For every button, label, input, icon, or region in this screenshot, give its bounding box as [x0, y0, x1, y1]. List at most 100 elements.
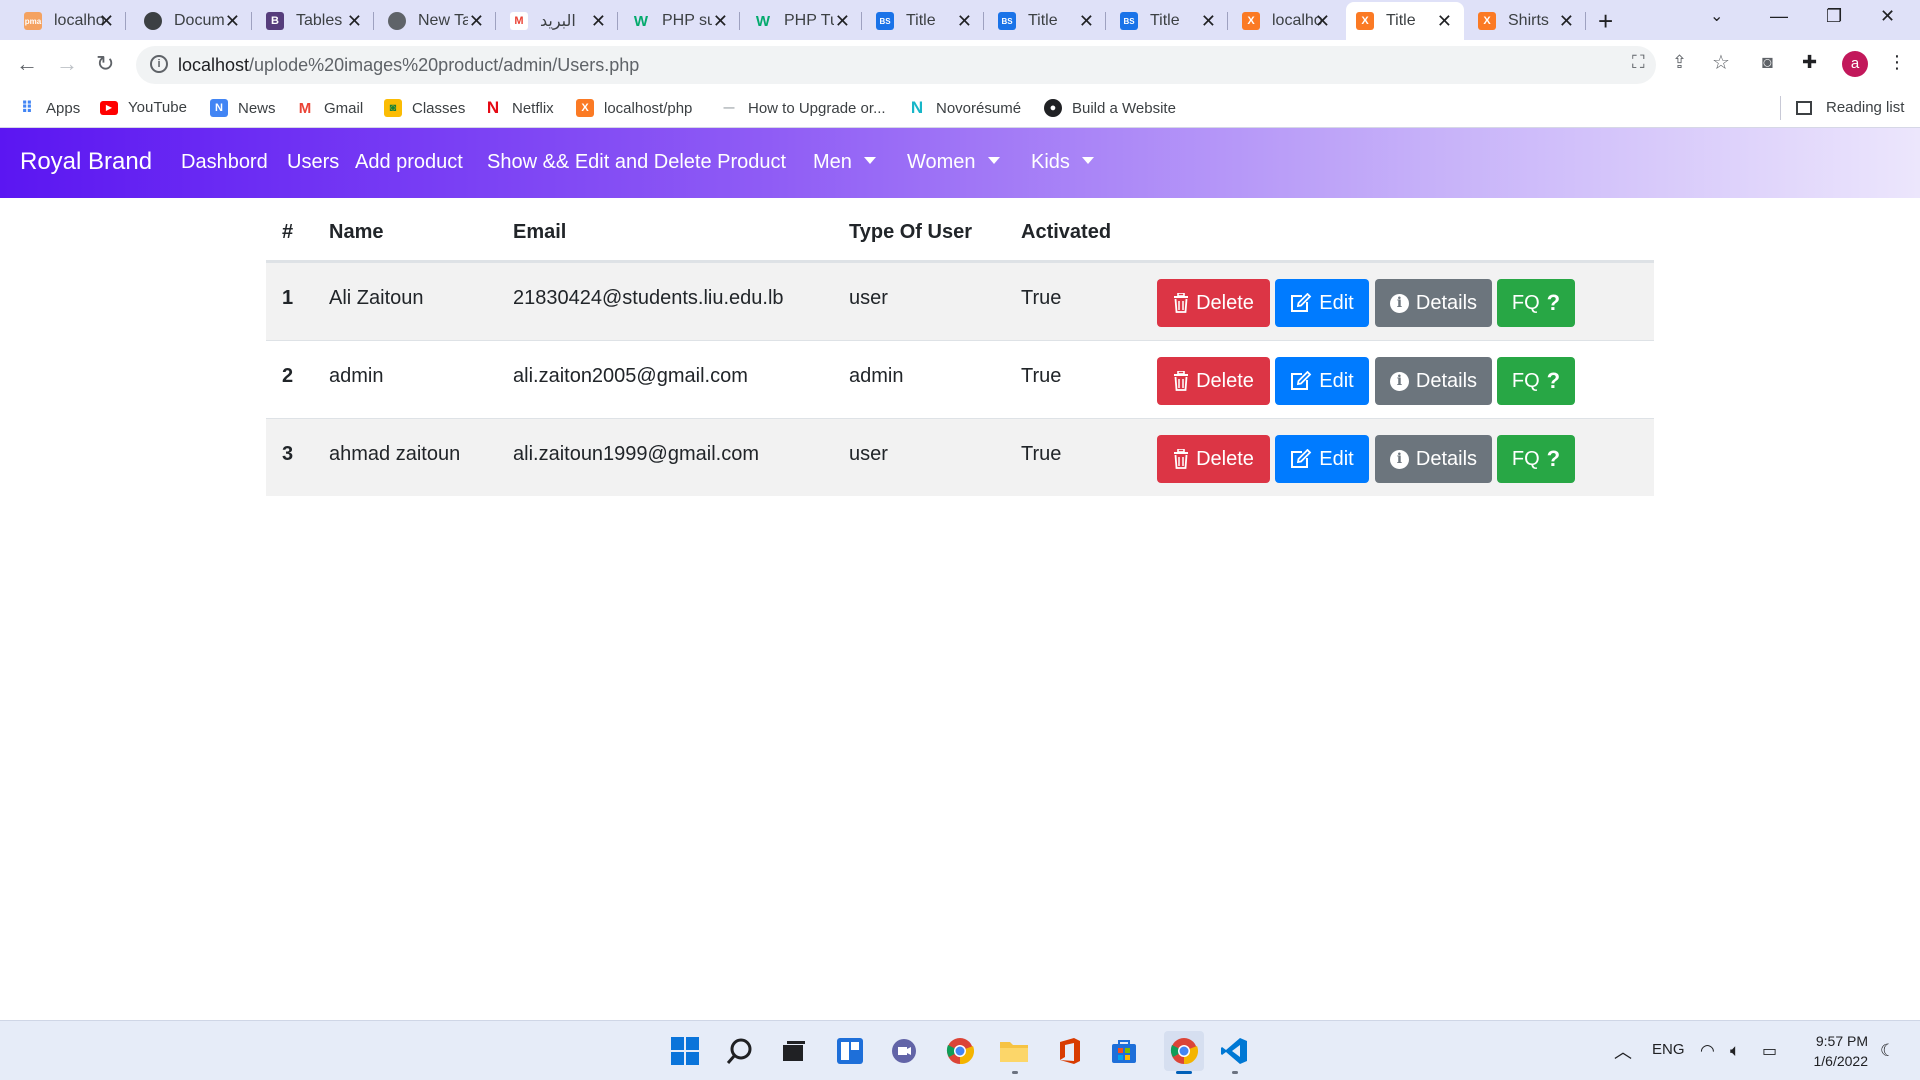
language-indicator[interactable]: ENG: [1652, 1041, 1685, 1058]
details-button[interactable]: i Details: [1375, 435, 1492, 483]
teams-chat-icon[interactable]: [888, 1035, 920, 1067]
browser-tab[interactable]: M البريد ✕: [500, 6, 618, 36]
browser-tab-active[interactable]: X Title ✕: [1346, 2, 1464, 40]
nav-link-show-edit-delete-product[interactable]: Show && Edit and Delete Product: [487, 151, 786, 174]
site-info-icon[interactable]: i: [150, 55, 168, 73]
browser-tab[interactable]: New Tab ✕: [378, 6, 496, 36]
back-arrow-icon[interactable]: ←: [16, 51, 38, 77]
delete-button[interactable]: Delete: [1157, 279, 1270, 327]
browser-tab[interactable]: BS Title ✕: [1110, 6, 1228, 36]
browser-tab[interactable]: BS Title ✕: [866, 6, 984, 36]
bookmark-classes[interactable]: ◙ Classes: [384, 99, 465, 117]
browser-tab[interactable]: X localhost ✕: [1232, 6, 1342, 36]
file-explorer-icon[interactable]: [998, 1035, 1030, 1067]
vscode-icon[interactable]: [1218, 1035, 1250, 1067]
restore-window-icon[interactable]: ❐: [1826, 6, 1842, 27]
profile-avatar[interactable]: a: [1842, 51, 1868, 77]
url-text[interactable]: localhost/uplode%20images%20product/admi…: [178, 55, 639, 76]
close-tab-icon[interactable]: ✕: [347, 11, 362, 32]
user-name: Ali Zaitoun: [329, 287, 424, 309]
bookmark-gmail[interactable]: M Gmail: [296, 99, 363, 117]
nav-dropdown-women[interactable]: Women: [907, 151, 1000, 174]
reading-list-label: Reading list: [1826, 99, 1905, 116]
details-button[interactable]: i Details: [1375, 279, 1492, 327]
bookmark-youtube[interactable]: ▶ YouTube: [100, 99, 187, 116]
start-windows-icon[interactable]: [669, 1035, 701, 1067]
bookmark-localhost-php[interactable]: X localhost/php: [576, 99, 692, 117]
bookmark-build-website[interactable]: ● Build a Website: [1044, 99, 1176, 117]
close-tab-icon[interactable]: ✕: [99, 11, 114, 32]
forward-arrow-icon[interactable]: →: [56, 51, 78, 77]
nav-link-add-product[interactable]: Add product: [355, 151, 463, 174]
close-tab-icon[interactable]: ✕: [1437, 11, 1452, 32]
share-icon[interactable]: ⇪: [1672, 52, 1687, 73]
fq-button[interactable]: FQ ?: [1497, 435, 1575, 483]
details-button[interactable]: i Details: [1375, 357, 1492, 405]
delete-button[interactable]: Delete: [1157, 435, 1270, 483]
delete-button[interactable]: Delete: [1157, 357, 1270, 405]
close-tab-icon[interactable]: ✕: [1201, 11, 1216, 32]
bookmark-label: Classes: [412, 99, 466, 117]
browser-tab[interactable]: X Shirts ✕: [1468, 6, 1586, 36]
browser-tab[interactable]: Document ✕: [134, 6, 252, 36]
close-window-icon[interactable]: ✕: [1880, 6, 1895, 27]
edit-button[interactable]: Edit: [1275, 435, 1369, 483]
close-tab-icon[interactable]: ✕: [469, 11, 484, 32]
bookmark-news[interactable]: N News: [210, 99, 276, 117]
new-tab-plus-icon[interactable]: +: [1598, 6, 1613, 37]
browser-tab[interactable]: BS Title ✕: [988, 6, 1106, 36]
browser-tab[interactable]: W PHP Tu ✕: [744, 6, 862, 36]
battery-icon[interactable]: ▭: [1762, 1041, 1777, 1061]
nav-link-users[interactable]: Users: [287, 151, 339, 174]
wifi-icon[interactable]: ◠: [1700, 1041, 1715, 1061]
tab-search-chevron-icon[interactable]: ⌄: [1710, 6, 1723, 26]
show-hidden-icons-chevron-icon[interactable]: ︿: [1614, 1038, 1632, 1064]
bookmark-netflix[interactable]: N Netflix: [484, 98, 554, 117]
browser-tab[interactable]: pma localhost ✕: [14, 6, 126, 36]
browser-tab[interactable]: W PHP su ✕: [622, 6, 740, 36]
close-tab-icon[interactable]: ✕: [591, 11, 606, 32]
translate-icon[interactable]: ⛶: [1632, 52, 1645, 73]
brand-logo[interactable]: Royal Brand: [20, 148, 152, 176]
reading-list-button[interactable]: Reading list: [1796, 99, 1904, 116]
close-tab-icon[interactable]: ✕: [1315, 11, 1330, 32]
trash-icon: [1173, 449, 1189, 469]
fq-button[interactable]: FQ ?: [1497, 279, 1575, 327]
kebab-menu-icon[interactable]: ⋮: [1888, 52, 1906, 73]
close-tab-icon[interactable]: ✕: [713, 11, 728, 32]
chrome-active-icon[interactable]: [1164, 1031, 1204, 1071]
search-icon[interactable]: [724, 1035, 756, 1067]
close-tab-icon[interactable]: ✕: [835, 11, 850, 32]
edit-pencil-icon: [1290, 449, 1312, 469]
chrome-icon[interactable]: [944, 1035, 976, 1067]
widgets-icon[interactable]: [834, 1035, 866, 1067]
bookmark-apps[interactable]: ⠿ Apps: [18, 99, 80, 118]
url-omnibox[interactable]: i localhost/uplode%20images%20product/ad…: [136, 46, 1656, 84]
minimize-icon[interactable]: —: [1770, 6, 1788, 27]
notifications-moon-icon[interactable]: ☾: [1880, 1041, 1895, 1061]
fq-button[interactable]: FQ ?: [1497, 357, 1575, 405]
edit-button[interactable]: Edit: [1275, 279, 1369, 327]
xampp-favicon-icon: X: [1356, 12, 1374, 30]
volume-icon[interactable]: 🔈︎: [1730, 1041, 1740, 1061]
nav-dropdown-men[interactable]: Men: [813, 151, 876, 174]
task-view-icon[interactable]: [778, 1035, 810, 1067]
bookmark-star-icon[interactable]: ☆: [1712, 50, 1730, 75]
reload-icon[interactable]: ↻: [96, 51, 114, 77]
bookmark-novoresume[interactable]: N Novorésumé: [908, 98, 1021, 117]
close-tab-icon[interactable]: ✕: [225, 11, 240, 32]
close-tab-icon[interactable]: ✕: [1079, 11, 1094, 32]
nav-link-dashboard[interactable]: Dashbord: [181, 151, 268, 174]
camera-icon[interactable]: ◙: [1762, 52, 1773, 73]
browser-tab[interactable]: B Tables ✕: [256, 6, 374, 36]
nav-dropdown-kids[interactable]: Kids: [1031, 151, 1094, 174]
system-clock[interactable]: 9:57 PM 1/6/2022: [1806, 1031, 1869, 1071]
close-tab-icon[interactable]: ✕: [957, 11, 972, 32]
office-icon[interactable]: [1054, 1035, 1086, 1067]
edit-button[interactable]: Edit: [1275, 357, 1369, 405]
extensions-puzzle-icon[interactable]: ✚: [1802, 52, 1817, 73]
microsoft-store-icon[interactable]: [1108, 1035, 1140, 1067]
bookmark-how-to-upgrade[interactable]: — How to Upgrade or...: [720, 99, 886, 117]
details-label: Details: [1415, 369, 1478, 392]
close-tab-icon[interactable]: ✕: [1559, 11, 1574, 32]
